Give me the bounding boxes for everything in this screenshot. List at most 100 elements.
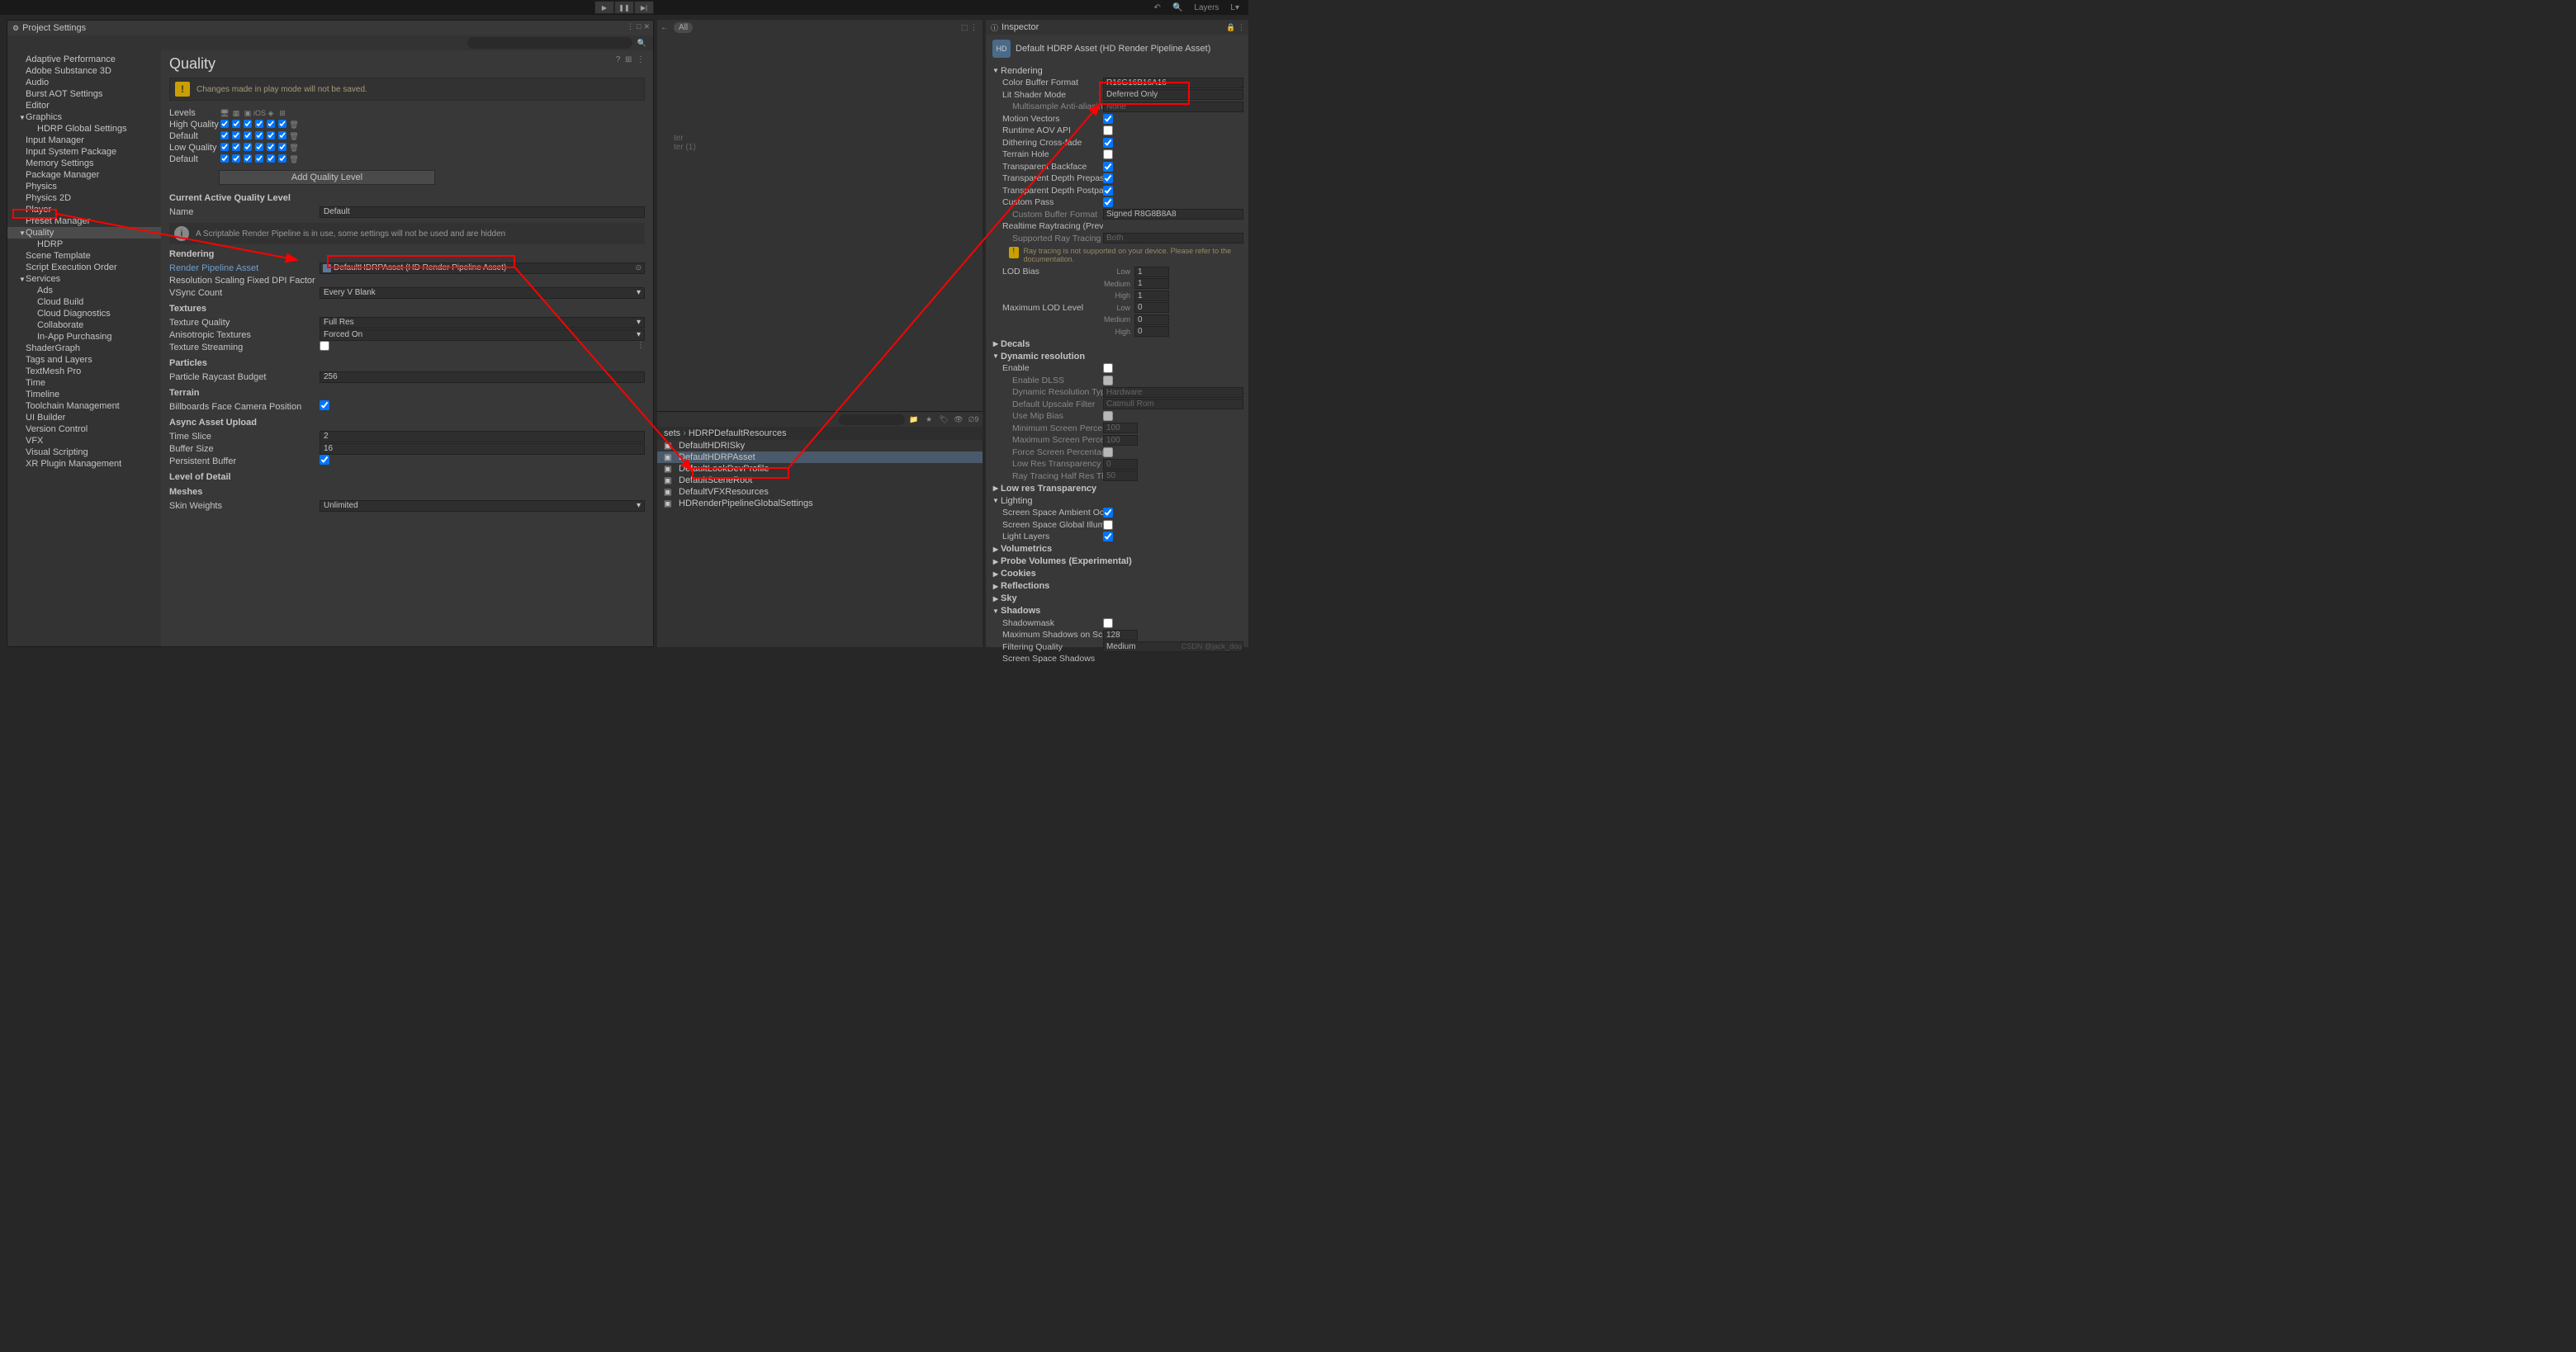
time-slice-input[interactable] — [320, 431, 645, 442]
asset-item-defaultvfxresources[interactable]: ▣DefaultVFXResources — [657, 486, 983, 498]
quality-platform-checkbox[interactable] — [255, 154, 263, 163]
sidebar-item-shadergraph[interactable]: ShaderGraph — [7, 343, 161, 354]
menu-icon[interactable]: ⋮ — [637, 55, 645, 64]
sidebar-item-time[interactable]: Time — [7, 377, 161, 389]
sidebar-item-services[interactable]: ▼Services — [7, 273, 161, 285]
sidebar-item-vfx[interactable]: VFX — [7, 435, 161, 447]
sidebar-item-hdrp[interactable]: HDRP — [7, 239, 161, 250]
settings-search-input[interactable] — [467, 37, 632, 49]
quality-delete-icon[interactable]: 🗑 — [288, 132, 300, 141]
section-lighting[interactable]: Lighting — [1001, 496, 1033, 506]
step-button[interactable]: ▶| — [634, 1, 654, 14]
motion-vectors-checkbox[interactable] — [1103, 114, 1113, 124]
sidebar-item-adobe-substance-3d[interactable]: Adobe Substance 3D — [7, 65, 161, 77]
asset-item-defaultsceneroot[interactable]: ▣DefaultSceneRoot — [657, 475, 983, 486]
lod-bias-low-input[interactable]: 1 — [1134, 267, 1169, 277]
section-decals[interactable]: Decals — [1001, 339, 1030, 349]
maximize-icon[interactable]: ⬚ ⋮ — [961, 23, 978, 32]
sidebar-item-xr-plugin-management[interactable]: XR Plugin Management — [7, 458, 161, 470]
billboard-face-checkbox[interactable] — [320, 400, 329, 410]
particle-raycast-input[interactable] — [320, 371, 645, 383]
quality-level-name[interactable]: High Quality — [169, 120, 219, 130]
asset-item-defaulthdrisky[interactable]: ▣DefaultHDRISky — [657, 440, 983, 451]
quality-platform-checkbox[interactable] — [232, 131, 240, 139]
quality-platform-checkbox[interactable] — [267, 154, 275, 163]
quality-level-name[interactable]: Low Quality — [169, 143, 219, 153]
quality-platform-checkbox[interactable] — [232, 154, 240, 163]
quality-delete-icon[interactable]: 🗑 — [288, 144, 300, 153]
quality-name-input[interactable] — [320, 206, 645, 218]
sidebar-item-cloud-diagnostics[interactable]: Cloud Diagnostics — [7, 308, 161, 319]
custom-buffer-format-dropdown[interactable]: Signed R8G8B8A8 — [1103, 209, 1243, 220]
quality-platform-checkbox[interactable] — [267, 131, 275, 139]
quality-platform-checkbox[interactable] — [255, 120, 263, 128]
quality-platform-checkbox[interactable] — [278, 131, 286, 139]
quality-level-name[interactable]: Default — [169, 154, 219, 164]
quality-platform-checkbox[interactable] — [244, 131, 252, 139]
quality-platform-checkbox[interactable] — [220, 143, 229, 151]
quality-platform-checkbox[interactable] — [278, 154, 286, 163]
transparent-postpass-checkbox[interactable] — [1103, 186, 1113, 196]
tex-streaming-checkbox[interactable] — [320, 341, 329, 351]
custom-pass-checkbox[interactable] — [1103, 197, 1113, 207]
window-maximize-icon[interactable]: □ — [637, 22, 641, 31]
sidebar-item-scene-template[interactable]: Scene Template — [7, 250, 161, 262]
asset-item-defaultlookdevprofile[interactable]: ▣DefaultLookDevProfile — [657, 463, 983, 475]
sidebar-item-ui-builder[interactable]: UI Builder — [7, 412, 161, 423]
color-buffer-format-dropdown[interactable]: R16G16B16A16 — [1103, 78, 1243, 88]
window-close-icon[interactable]: ✕ — [643, 22, 650, 31]
sidebar-item-toolchain-management[interactable]: Toolchain Management — [7, 400, 161, 412]
persistent-buffer-checkbox[interactable] — [320, 455, 329, 465]
max-lod-low-input[interactable]: 0 — [1134, 302, 1169, 313]
ssgi-checkbox[interactable] — [1103, 520, 1113, 530]
shadowmask-checkbox[interactable] — [1103, 618, 1113, 628]
pause-button[interactable]: ❚❚ — [614, 1, 634, 14]
help-icon[interactable]: ? — [616, 55, 621, 64]
object-picker-icon[interactable]: ⊙ — [635, 263, 642, 272]
skin-weights-dropdown[interactable]: Unlimited▾ — [320, 500, 645, 512]
sidebar-item-package-manager[interactable]: Package Manager — [7, 169, 161, 181]
transparent-backface-checkbox[interactable] — [1103, 162, 1113, 172]
section-sky[interactable]: Sky — [1001, 593, 1017, 603]
quality-level-name[interactable]: Default — [169, 131, 219, 141]
quality-platform-checkbox[interactable] — [244, 143, 252, 151]
quality-platform-checkbox[interactable] — [267, 120, 275, 128]
project-search-input[interactable] — [839, 414, 905, 425]
play-button[interactable]: ▶ — [594, 1, 614, 14]
render-pipeline-asset-label[interactable]: Render Pipeline Asset — [169, 263, 320, 273]
quality-delete-icon[interactable]: 🗑 — [288, 155, 300, 164]
all-filter-button[interactable]: All — [674, 22, 693, 33]
sidebar-item-ads[interactable]: Ads — [7, 285, 161, 296]
quality-platform-checkbox[interactable] — [255, 143, 263, 151]
ssao-checkbox[interactable] — [1103, 508, 1113, 518]
sidebar-item-editor[interactable]: Editor — [7, 100, 161, 111]
sidebar-item-audio[interactable]: Audio — [7, 77, 161, 88]
undo-history-icon[interactable]: ↶ — [1150, 2, 1165, 13]
sidebar-item-collaborate[interactable]: Collaborate — [7, 319, 161, 331]
sidebar-item-player[interactable]: Player — [7, 204, 161, 215]
quality-platform-checkbox[interactable] — [278, 120, 286, 128]
section-shadows[interactable]: Shadows — [1001, 606, 1040, 616]
layers-dropdown[interactable]: Layers — [1190, 2, 1223, 13]
dynres-enable-checkbox[interactable] — [1103, 363, 1113, 373]
sidebar-item-preset-manager[interactable]: Preset Manager — [7, 215, 161, 227]
breadcrumb[interactable]: sets›HDRPDefaultResources — [657, 427, 983, 440]
inspector-lock-toggle[interactable]: 🔒 ⋮ — [1226, 23, 1245, 32]
max-lod-med-input[interactable]: 0 — [1134, 314, 1169, 325]
hidden-toggle-icon[interactable]: 👁 — [953, 415, 964, 424]
section-dynres[interactable]: Dynamic resolution — [1001, 352, 1085, 362]
buffer-size-input[interactable] — [320, 443, 645, 455]
sidebar-item-cloud-build[interactable]: Cloud Build — [7, 296, 161, 308]
quality-platform-checkbox[interactable] — [220, 154, 229, 163]
quality-platform-checkbox[interactable] — [278, 143, 286, 151]
lod-bias-med-input[interactable]: 1 — [1134, 278, 1169, 289]
search-toolbar-icon[interactable]: 🔍 — [1168, 2, 1186, 13]
texture-quality-dropdown[interactable]: Full Res▾ — [320, 317, 645, 329]
light-layers-checkbox[interactable] — [1103, 532, 1113, 541]
sidebar-item-tags-and-layers[interactable]: Tags and Layers — [7, 354, 161, 366]
section-cookies[interactable]: Cookies — [1001, 569, 1036, 579]
inspector-lock-icon[interactable]: ⓘ — [991, 22, 998, 33]
sidebar-item-burst-aot-settings[interactable]: Burst AOT Settings — [7, 88, 161, 100]
max-shadows-input[interactable]: 128 — [1103, 630, 1138, 641]
sidebar-item-quality[interactable]: ▼Quality — [7, 227, 161, 239]
